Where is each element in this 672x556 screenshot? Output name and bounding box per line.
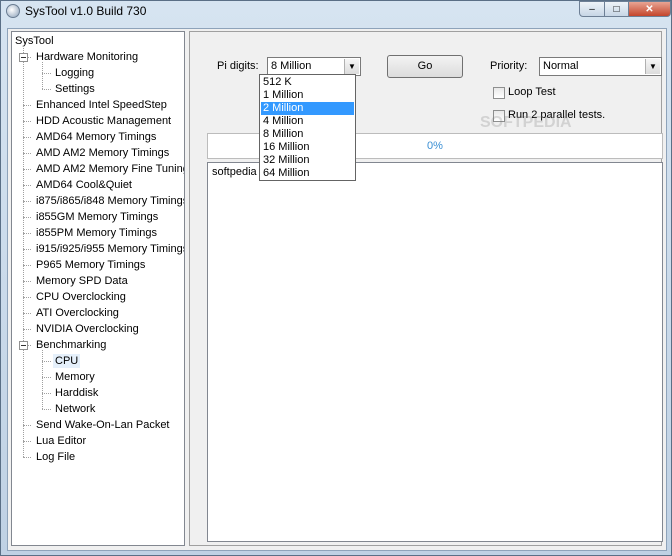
tree-item-p965-memory-timings[interactable]: P965 Memory Timings [34,258,147,272]
title-bar[interactable]: SysTool v1.0 Build 730 – □ ✕ [1,1,671,23]
tree-item-cpu[interactable]: CPU [53,354,81,368]
pi-option-16-million[interactable]: 16 Million [261,141,354,154]
tree-connector [23,153,31,154]
pi-digits-dropdown-list[interactable]: 512 K1 Million 2 Million 4 Million 8 Millio… [259,74,356,181]
tree-connector [42,377,51,378]
priority-value: Normal [543,60,579,72]
main-window: SysTool v1.0 Build 730 – □ ✕ SysTool Har… [0,0,672,556]
tree-connector [23,105,31,106]
tree-connector [42,393,51,394]
pi-option-64-million[interactable]: 64 Million [261,167,354,180]
tree-root[interactable]: SysTool [15,34,54,48]
loop-test-checkbox[interactable] [493,87,505,99]
app-icon [6,4,20,18]
tree-connector [23,329,31,330]
window-title: SysTool v1.0 Build 730 [25,4,147,18]
tree-connector [23,233,31,234]
tree-connector [23,185,31,186]
watermark-logo: SOFTPEDIA [480,114,572,131]
tree-connector [23,121,31,122]
tree-connector [23,46,24,457]
tree-connector [23,313,31,314]
tree-item-benchmarking[interactable]: Benchmarking [34,338,108,352]
collapse-icon[interactable] [19,53,28,62]
tree-item-memory[interactable]: Memory [53,370,97,384]
tree-connector [42,89,51,90]
pi-digits-value: 8 Million [271,60,312,72]
tree-item-logging[interactable]: Logging [53,66,96,80]
pi-option-8-million[interactable]: 8 Million [261,128,354,141]
loop-test-label[interactable]: Loop Test [508,86,556,98]
tree-connector [23,217,31,218]
tree-item-ati-overclocking[interactable]: ATI Overclocking [34,306,121,320]
tree-item-amd64-cool-quiet[interactable]: AMD64 Cool&Quiet [34,178,134,192]
tree-item-amd-am2-memory-timings[interactable]: AMD AM2 Memory Timings [34,146,171,160]
tree-connector [42,350,43,409]
pi-option-32-million[interactable]: 32 Million [261,154,354,167]
tree-connector [42,73,51,74]
tree-connector [23,201,31,202]
tree-item-log-file[interactable]: Log File [34,450,77,464]
tree-connector [42,409,51,410]
tree-item-hardware-monitoring[interactable]: Hardware Monitoring [34,50,140,64]
tree-item-i915-i925-i955-memory-timings[interactable]: i915/i925/i955 Memory Timings [34,242,184,256]
tree-item-cpu-overclocking[interactable]: CPU Overclocking [34,290,128,304]
pi-digits-label: Pi digits: [217,60,259,72]
tree-item-i855pm-memory-timings[interactable]: i855PM Memory Timings [34,226,159,240]
close-button[interactable]: ✕ [628,1,671,17]
priority-label: Priority: [490,60,528,72]
pi-option-1-million[interactable]: 1 Million [261,89,354,102]
tree-connector [23,425,31,426]
tree-item-lua-editor[interactable]: Lua Editor [34,434,88,448]
pi-option-4-million[interactable]: 4 Million [261,115,354,128]
tree-item-hdd-acoustic-management[interactable]: HDD Acoustic Management [34,114,173,128]
pi-option-2-million[interactable]: 2 Million [261,102,354,115]
minimize-button[interactable]: – [579,1,605,17]
tree-item-send-wake-on-lan-packet[interactable]: Send Wake-On-Lan Packet [34,418,172,432]
tree-connector [42,62,43,89]
go-button[interactable]: Go [387,55,463,78]
tree-item-nvidia-overclocking[interactable]: NVIDIA Overclocking [34,322,141,336]
tree-item-network[interactable]: Network [53,402,97,416]
priority-select[interactable]: Normal ▼ [539,57,662,76]
tree-connector [23,265,31,266]
tree-item-harddisk[interactable]: Harddisk [53,386,100,400]
tree-connector [23,169,31,170]
tree-item-settings[interactable]: Settings [53,82,97,96]
tree-item-i855gm-memory-timings[interactable]: i855GM Memory Timings [34,210,160,224]
tree-connector [23,457,31,458]
tree-connector [23,137,31,138]
tree-connector [23,249,31,250]
tree-item-amd-am2-memory-fine-tuning[interactable]: AMD AM2 Memory Fine Tuning [34,162,184,176]
tree-connector [23,297,31,298]
tree-item-i875-i865-i848-memory-timings[interactable]: i875/i865/i848 Memory Timings [34,194,184,208]
output-log[interactable]: softpedia test [207,162,663,542]
pi-option-512-k[interactable]: 512 K [261,76,354,89]
tree-connector [42,361,51,362]
navigation-tree[interactable]: SysTool Hardware Monitoring Logging Settin… [11,31,185,546]
tree-connector [23,441,31,442]
collapse-icon[interactable] [19,341,28,350]
tree-item-amd64-memory-timings[interactable]: AMD64 Memory Timings [34,130,158,144]
tree-item-enhanced-intel-speedstep[interactable]: Enhanced Intel SpeedStep [34,98,169,112]
chevron-down-icon[interactable]: ▼ [344,59,359,74]
tree-item-memory-spd-data[interactable]: Memory SPD Data [34,274,130,288]
tree-connector [23,281,31,282]
chevron-down-icon[interactable]: ▼ [645,59,660,74]
maximize-button[interactable]: □ [604,1,629,17]
